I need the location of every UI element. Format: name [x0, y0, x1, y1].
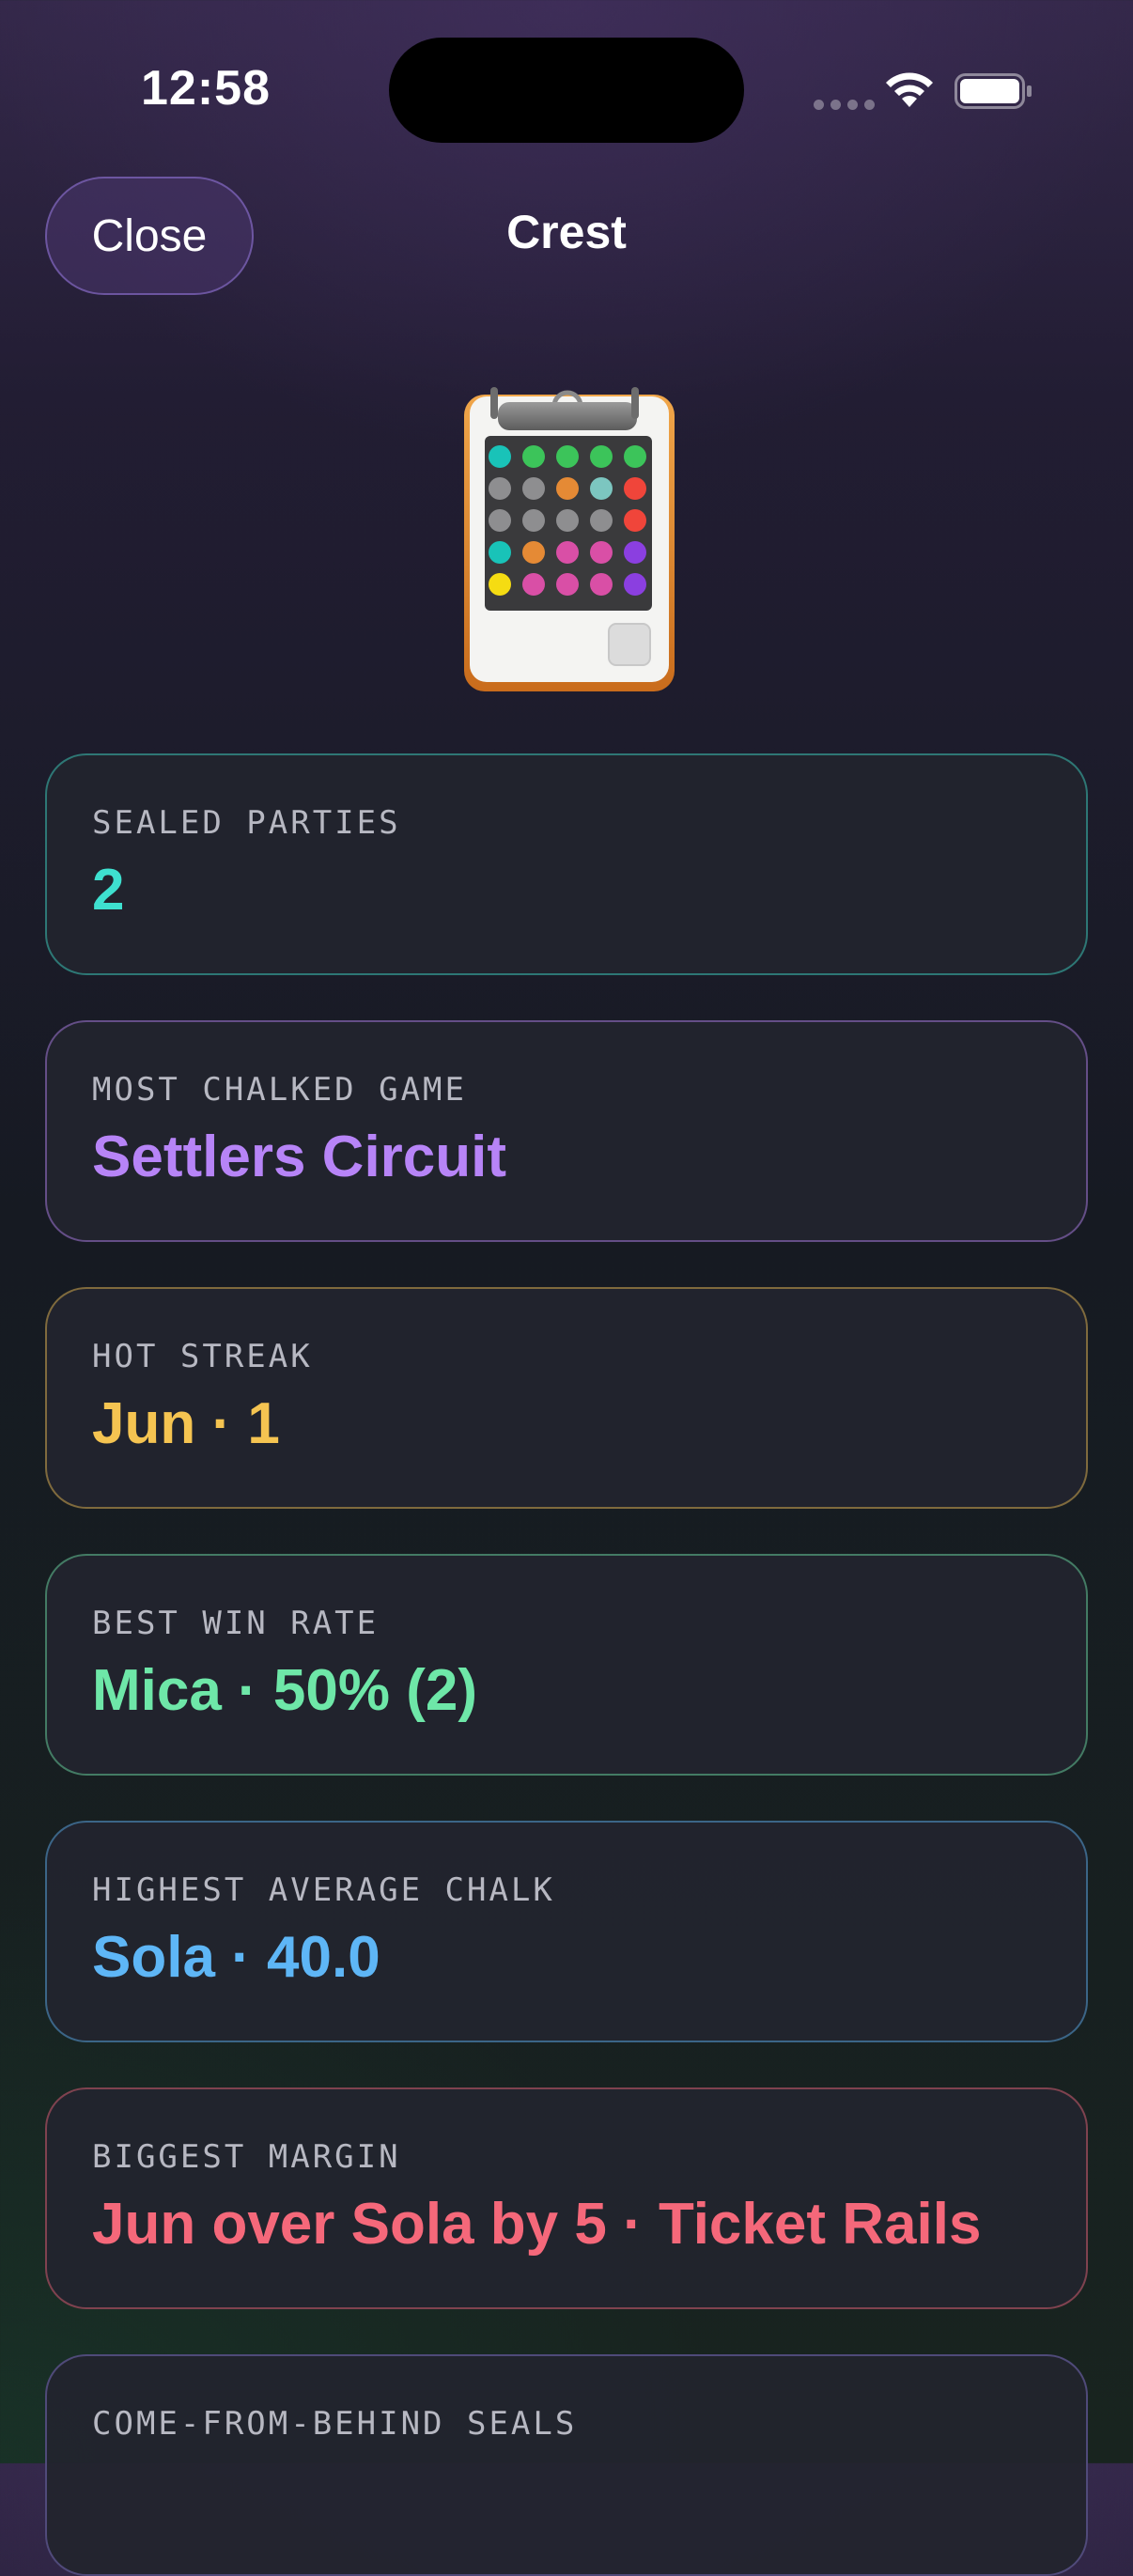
stat-card-label: MOST CHALKED GAME: [92, 1071, 467, 1109]
bead: [489, 445, 511, 468]
stat-card-value: Settlers Circuit: [92, 1125, 507, 1189]
stat-card-label: SEALED PARTIES: [92, 804, 401, 842]
bead: [590, 541, 613, 564]
bead: [624, 477, 646, 500]
bead: [489, 573, 511, 596]
stat-card-label: HIGHEST AVERAGE CHALK: [92, 1871, 555, 1909]
stat-card-come-from-behind-seals: COME-FROM-BEHIND SEALS: [45, 2354, 1088, 2576]
stat-card-hot-streak: HOT STREAK Jun · 1: [45, 1287, 1088, 1509]
bead: [522, 445, 545, 468]
bead: [624, 509, 646, 532]
bead: [522, 541, 545, 564]
bead: [624, 541, 646, 564]
stat-card-label: BIGGEST MARGIN: [92, 2138, 401, 2176]
stat-card-value: 2: [92, 858, 125, 923]
bead: [489, 509, 511, 532]
bead: [556, 477, 579, 500]
stat-card-best-win-rate: BEST WIN RATE Mica · 50% (2): [45, 1554, 1088, 1776]
dynamic-island: [389, 38, 744, 143]
stat-card-most-chalked-game: MOST CHALKED GAME Settlers Circuit: [45, 1020, 1088, 1242]
stat-card-highest-average-chalk: HIGHEST AVERAGE CHALK Sola · 40.0: [45, 1821, 1088, 2042]
stat-card-label: COME-FROM-BEHIND SEALS: [92, 2405, 578, 2443]
bead: [556, 573, 579, 596]
bead: [556, 509, 579, 532]
status-bar: 12:58: [0, 0, 1133, 178]
bead: [489, 477, 511, 500]
page-title: Crest: [506, 206, 627, 258]
battery-icon: [955, 73, 1032, 109]
stat-card-label: HOT STREAK: [92, 1338, 313, 1375]
stat-card-value: Jun · 1: [92, 1391, 280, 1456]
stat-card-value: Jun over Sola by 5 · Ticket Rails: [92, 2192, 982, 2257]
stat-card-sealed-parties: SEALED PARTIES 2: [45, 753, 1088, 975]
bead: [590, 573, 613, 596]
bead: [590, 477, 613, 500]
bead: [522, 573, 545, 596]
stat-card-value: Mica · 50% (2): [92, 1658, 478, 1723]
stat-card-value: Sola · 40.0: [92, 1925, 380, 1990]
stat-card-label: BEST WIN RATE: [92, 1605, 380, 1642]
bead: [489, 541, 511, 564]
bead: [556, 445, 579, 468]
bead: [624, 445, 646, 468]
bead: [522, 477, 545, 500]
cellular-signal-icon: [814, 100, 875, 110]
status-time: 12:58: [141, 61, 271, 116]
bead: [624, 573, 646, 596]
bead: [590, 509, 613, 532]
stat-card-biggest-margin: BIGGEST MARGIN Jun over Sola by 5 · Ticke…: [45, 2087, 1088, 2309]
bead: [522, 509, 545, 532]
clipboard-bead-grid-icon: [464, 387, 675, 691]
bead: [556, 541, 579, 564]
bead: [590, 445, 613, 468]
wifi-icon: [886, 72, 933, 107]
